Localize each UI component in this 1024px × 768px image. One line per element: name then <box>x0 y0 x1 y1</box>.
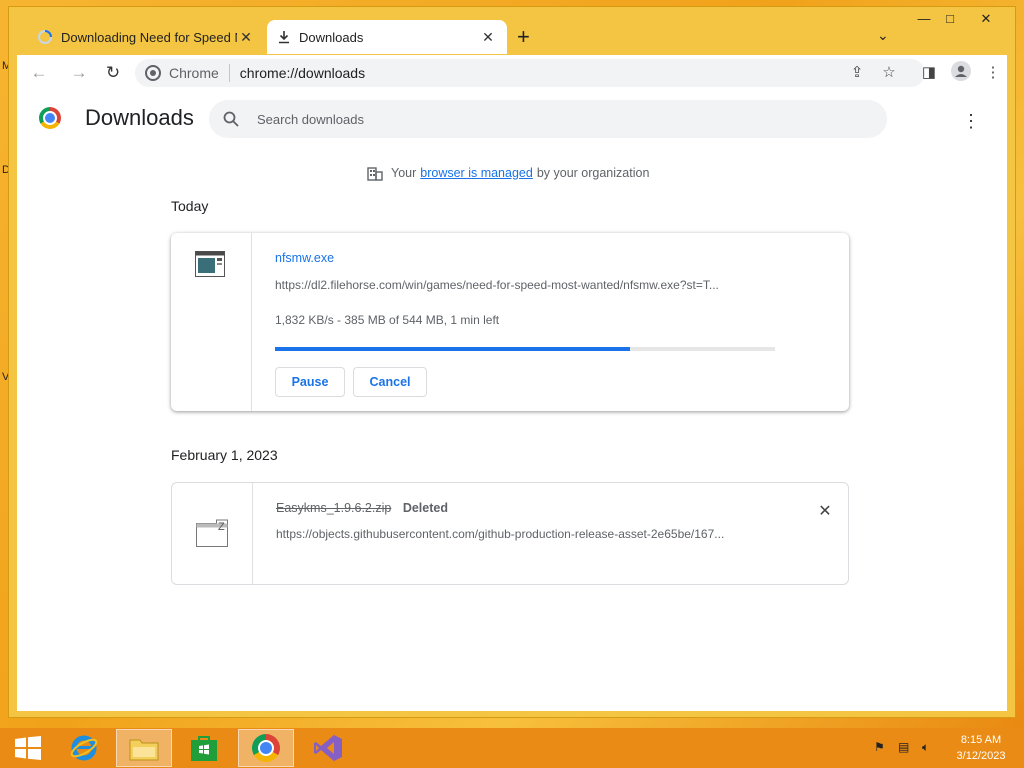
browser-menu-icon[interactable]: ⋮ <box>981 61 1005 85</box>
tab-strip: Downloading Need for Speed Most Wanted ✕… <box>9 7 1015 55</box>
taskbar-file-explorer[interactable] <box>116 729 172 767</box>
profile-avatar-icon[interactable] <box>949 61 973 89</box>
download-item-nfsmw: nfsmw.exe https://dl2.filehorse.com/win/… <box>171 233 849 411</box>
taskbar-chrome[interactable] <box>238 729 294 767</box>
file-name-deleted: Easykms_1.9.6.2.zip <box>276 501 392 515</box>
download-icon <box>279 31 289 44</box>
site-label: Chrome <box>169 65 219 81</box>
browser-toolbar: ← → ↻ Chrome chrome://downloads ⇪ ☆ ◨ ⋮ <box>17 55 1007 91</box>
tab-close-icon[interactable]: ✕ <box>479 29 497 46</box>
chrome-icon <box>252 734 280 762</box>
pause-button[interactable]: Pause <box>275 367 345 397</box>
taskbar-store[interactable] <box>176 729 232 767</box>
download-progress-bar <box>275 347 775 351</box>
file-url[interactable]: https://objects.githubusercontent.com/gi… <box>276 527 776 541</box>
chrome-logo-icon <box>39 107 61 129</box>
date-header-today: Today <box>171 198 209 214</box>
back-icon[interactable]: ← <box>27 61 51 85</box>
reload-icon[interactable]: ↻ <box>101 61 125 85</box>
download-status: 1,832 KB/s - 385 MB of 544 MB, 1 min lef… <box>275 313 500 327</box>
maximize-icon[interactable]: □ <box>939 11 961 26</box>
omnibox-separator <box>228 64 230 82</box>
action-center-flag-icon[interactable]: ⚑ <box>874 740 885 754</box>
clock-date: 3/12/2023 <box>956 750 1006 762</box>
url-text[interactable]: chrome://downloads <box>240 65 365 81</box>
side-panel-icon[interactable]: ◨ <box>917 61 941 85</box>
internet-explorer-icon <box>70 735 98 761</box>
tab-close-icon[interactable]: ✕ <box>237 29 255 46</box>
minimize-icon[interactable]: — <box>913 11 935 26</box>
cancel-button[interactable]: Cancel <box>353 367 427 397</box>
taskbar-visual-studio[interactable] <box>300 729 356 767</box>
tab-downloading-nfs[interactable]: Downloading Need for Speed Most Wanted ✕ <box>27 20 265 54</box>
close-window-icon[interactable]: ✕ <box>975 11 997 27</box>
search-input[interactable] <box>255 110 859 128</box>
managed-link[interactable]: browser is managed <box>420 166 533 180</box>
managed-prefix: Your <box>391 166 417 180</box>
zip-file-icon: Z <box>196 519 228 547</box>
page-title: Downloads <box>85 105 194 130</box>
managed-suffix: by your organization <box>536 166 650 180</box>
share-icon[interactable]: ⇪ <box>845 61 869 85</box>
download-item-easykms: Z Easykms_1.9.6.2.zip Deleted https://ob… <box>171 482 849 585</box>
chrome-site-icon <box>145 65 161 81</box>
file-name-link[interactable]: nfsmw.exe <box>275 251 334 265</box>
start-button[interactable] <box>0 729 56 767</box>
svg-text:Z: Z <box>218 521 225 533</box>
clock-time: 8:15 AM <box>960 734 1002 746</box>
tab-title: Downloading Need for Speed Most Wanted <box>61 29 237 45</box>
file-url[interactable]: https://dl2.filehorse.com/win/games/need… <box>275 278 775 292</box>
system-clock[interactable]: 8:15 AM 3/12/2023 <box>948 732 1014 764</box>
bookmark-star-icon[interactable]: ☆ <box>877 61 901 85</box>
network-icon[interactable]: ▤ <box>898 740 909 754</box>
folder-icon <box>129 739 159 761</box>
downloads-page: Downloads ⋮ Your browser is managed by y… <box>17 91 1007 711</box>
visual-studio-icon <box>314 735 342 761</box>
file-icon-column: Z <box>172 483 253 584</box>
new-tab-icon[interactable]: + <box>517 24 530 50</box>
forward-icon[interactable]: → <box>67 61 91 85</box>
search-box[interactable] <box>209 100 887 138</box>
deleted-label: Deleted <box>402 501 448 515</box>
address-bar[interactable]: Chrome chrome://downloads <box>135 59 925 87</box>
volume-icon[interactable]: 🔈︎ <box>922 740 929 755</box>
remove-from-list-icon[interactable]: ✕ <box>816 501 834 521</box>
taskbar: ⚑ ▤ 🔈︎ 8:15 AM 3/12/2023 <box>0 728 1024 768</box>
store-icon <box>191 736 217 761</box>
tab-downloads[interactable]: Downloads ✕ <box>267 20 507 54</box>
managed-notice: Your browser is managed by your organiza… <box>367 165 649 181</box>
tab-title: Downloads <box>299 29 364 45</box>
building-icon <box>367 167 383 181</box>
loading-spinner-icon <box>38 30 52 44</box>
windows-logo-icon <box>15 736 41 760</box>
exe-file-icon <box>195 251 225 277</box>
file-icon-column <box>171 233 252 411</box>
taskbar-internet-explorer[interactable] <box>56 729 112 767</box>
tab-search-chevron-icon[interactable]: ⌄ <box>877 27 889 44</box>
search-icon <box>223 111 239 127</box>
download-progress-fill <box>275 347 630 351</box>
more-options-icon[interactable]: ⋮ <box>961 111 981 132</box>
date-header-feb-1: February 1, 2023 <box>171 447 278 463</box>
browser-window: Downloading Need for Speed Most Wanted ✕… <box>8 6 1016 718</box>
